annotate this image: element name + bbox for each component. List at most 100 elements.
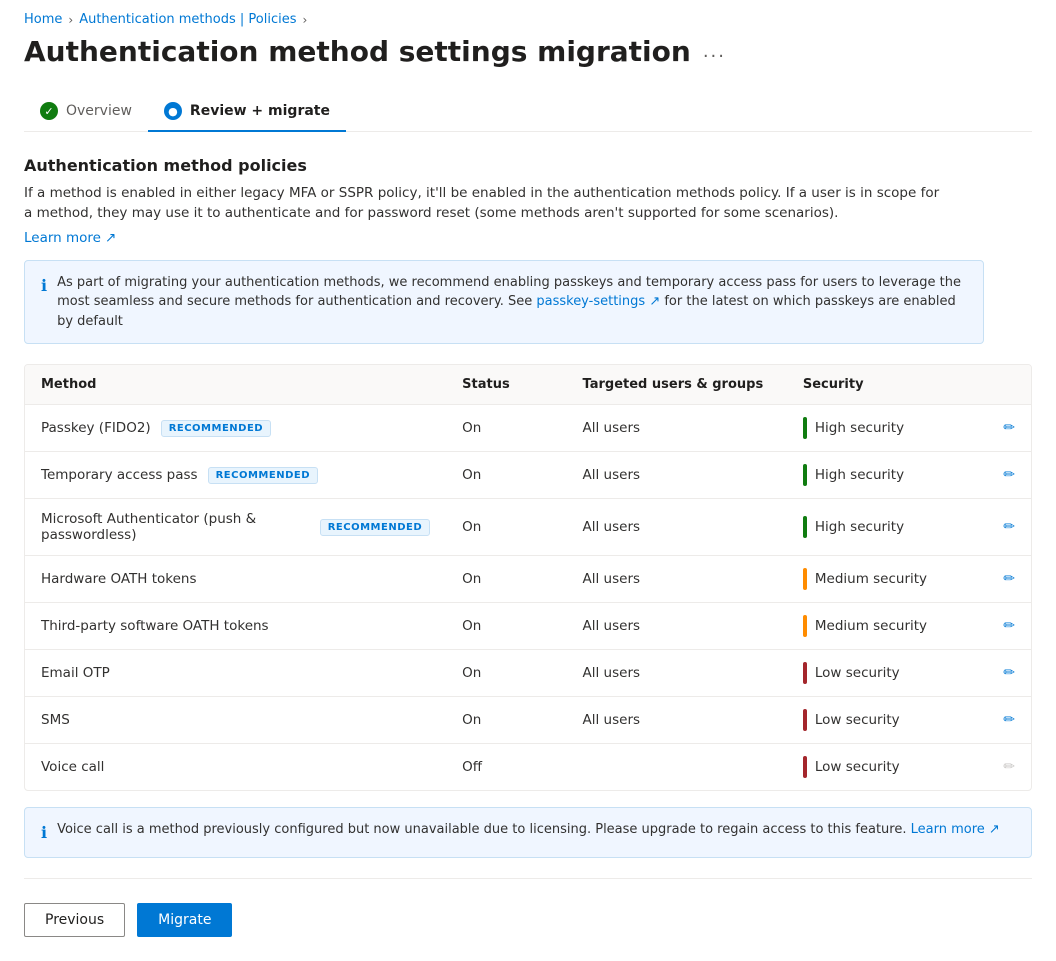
table-row: Voice callOff Low security ✏ [25, 744, 1031, 791]
security-bar-5 [803, 662, 807, 684]
section-description: If a method is enabled in either legacy … [24, 183, 944, 224]
warning-icon: ℹ [41, 821, 47, 845]
methods-table-container: Method Status Targeted users & groups Se… [24, 364, 1032, 791]
edit-icon-3[interactable]: ✏ [1003, 571, 1015, 587]
col-header-status: Status [446, 365, 566, 405]
method-cell-7: Voice call [25, 744, 446, 791]
security-label-1: High security [815, 467, 904, 483]
tab-review-dot: ● [164, 102, 182, 120]
method-cell-4: Third-party software OATH tokens [25, 603, 446, 650]
edit-icon-2[interactable]: ✏ [1003, 519, 1015, 535]
edit-icon-4[interactable]: ✏ [1003, 618, 1015, 634]
security-bar-7 [803, 756, 807, 778]
security-label-5: Low security [815, 665, 900, 681]
security-label-0: High security [815, 420, 904, 436]
method-cell-2: Microsoft Authenticator (push & password… [25, 499, 446, 556]
security-cell-6: Low security [787, 697, 987, 744]
table-row: SMS OnAll users Low security ✏ [25, 697, 1031, 744]
method-cell-5: Email OTP [25, 650, 446, 697]
method-name-5: Email OTP [41, 665, 110, 681]
info-banner-text: As part of migrating your authentication… [57, 273, 967, 332]
more-options-icon[interactable]: ... [703, 41, 726, 62]
targeted-cell-6: All users [567, 697, 787, 744]
edit-icon-7: ✏ [1003, 759, 1015, 775]
status-cell-7: Off [446, 744, 566, 791]
security-label-4: Medium security [815, 618, 927, 634]
security-label-2: High security [815, 519, 904, 535]
targeted-cell-7 [567, 744, 787, 791]
method-name-6: SMS [41, 712, 70, 728]
tab-review[interactable]: ● Review + migrate [148, 92, 346, 132]
method-cell-6: SMS [25, 697, 446, 744]
footer-buttons: Previous Migrate [24, 903, 1032, 937]
method-name-4: Third-party software OATH tokens [41, 618, 269, 634]
method-cell-3: Hardware OATH tokens [25, 556, 446, 603]
col-header-action [987, 365, 1031, 405]
action-cell-2[interactable]: ✏ [987, 499, 1031, 556]
targeted-cell-1: All users [567, 452, 787, 499]
warning-text: Voice call is a method previously config… [57, 820, 1000, 840]
table-row: Third-party software OATH tokensOnAll us… [25, 603, 1031, 650]
method-cell-1: Temporary access pass RECOMMENDED [25, 452, 446, 499]
tab-overview-label: Overview [66, 103, 132, 119]
learn-more-link[interactable]: Learn more ↗ [24, 230, 116, 246]
security-label-6: Low security [815, 712, 900, 728]
action-cell-1[interactable]: ✏ [987, 452, 1031, 499]
edit-icon-5[interactable]: ✏ [1003, 665, 1015, 681]
targeted-cell-4: All users [567, 603, 787, 650]
action-cell-4[interactable]: ✏ [987, 603, 1031, 650]
passkey-settings-link[interactable]: passkey-settings ↗ [536, 294, 660, 309]
footer-divider [24, 878, 1032, 879]
status-cell-6: On [446, 697, 566, 744]
security-bar-4 [803, 615, 807, 637]
breadcrumb-section[interactable]: Authentication methods | Policies [79, 12, 296, 27]
method-name-1: Temporary access pass [41, 467, 198, 483]
tab-review-label: Review + migrate [190, 103, 330, 119]
table-row: Passkey (FIDO2)RECOMMENDEDOnAll users Hig… [25, 405, 1031, 452]
tabs: ✓ Overview ● Review + migrate [24, 92, 1032, 132]
previous-button[interactable]: Previous [24, 903, 125, 937]
badge-recommended-0: RECOMMENDED [161, 420, 271, 437]
targeted-cell-2: All users [567, 499, 787, 556]
info-icon: ℹ [41, 274, 47, 298]
method-cell-0: Passkey (FIDO2)RECOMMENDED [25, 405, 446, 452]
security-bar-0 [803, 417, 807, 439]
table-header-row: Method Status Targeted users & groups Se… [25, 365, 1031, 405]
table-row: Temporary access passRECOMMENDEDOnAll us… [25, 452, 1031, 499]
breadcrumb-sep1: › [68, 13, 73, 27]
external-link-icon: ↗ [105, 230, 116, 246]
edit-icon-6[interactable]: ✏ [1003, 712, 1015, 728]
action-cell-7: ✏ [987, 744, 1031, 791]
status-cell-2: On [446, 499, 566, 556]
edit-icon-0[interactable]: ✏ [1003, 420, 1015, 436]
action-cell-0[interactable]: ✏ [987, 405, 1031, 452]
breadcrumb: Home › Authentication methods | Policies… [24, 0, 1032, 35]
migrate-button[interactable]: Migrate [137, 903, 232, 937]
methods-table: Method Status Targeted users & groups Se… [25, 365, 1031, 790]
page-title: Authentication method settings migration [24, 35, 691, 68]
security-cell-0: High security [787, 405, 987, 452]
security-cell-2: High security [787, 499, 987, 556]
action-cell-6[interactable]: ✏ [987, 697, 1031, 744]
action-cell-3[interactable]: ✏ [987, 556, 1031, 603]
warning-learn-more-link[interactable]: Learn more ↗ [911, 822, 1000, 837]
security-bar-1 [803, 464, 807, 486]
table-row: Microsoft Authenticator (push & password… [25, 499, 1031, 556]
targeted-cell-3: All users [567, 556, 787, 603]
targeted-cell-0: All users [567, 405, 787, 452]
security-label-7: Low security [815, 759, 900, 775]
status-cell-0: On [446, 405, 566, 452]
security-bar-3 [803, 568, 807, 590]
warning-banner: ℹ Voice call is a method previously conf… [24, 807, 1032, 858]
badge-recommended-1: RECOMMENDED [208, 467, 318, 484]
col-header-targeted: Targeted users & groups [567, 365, 787, 405]
security-label-3: Medium security [815, 571, 927, 587]
tab-overview[interactable]: ✓ Overview [24, 92, 148, 132]
edit-icon-1[interactable]: ✏ [1003, 467, 1015, 483]
targeted-cell-5: All users [567, 650, 787, 697]
security-cell-5: Low security [787, 650, 987, 697]
info-banner: ℹ As part of migrating your authenticati… [24, 260, 984, 345]
status-cell-3: On [446, 556, 566, 603]
breadcrumb-home[interactable]: Home [24, 12, 62, 27]
action-cell-5[interactable]: ✏ [987, 650, 1031, 697]
